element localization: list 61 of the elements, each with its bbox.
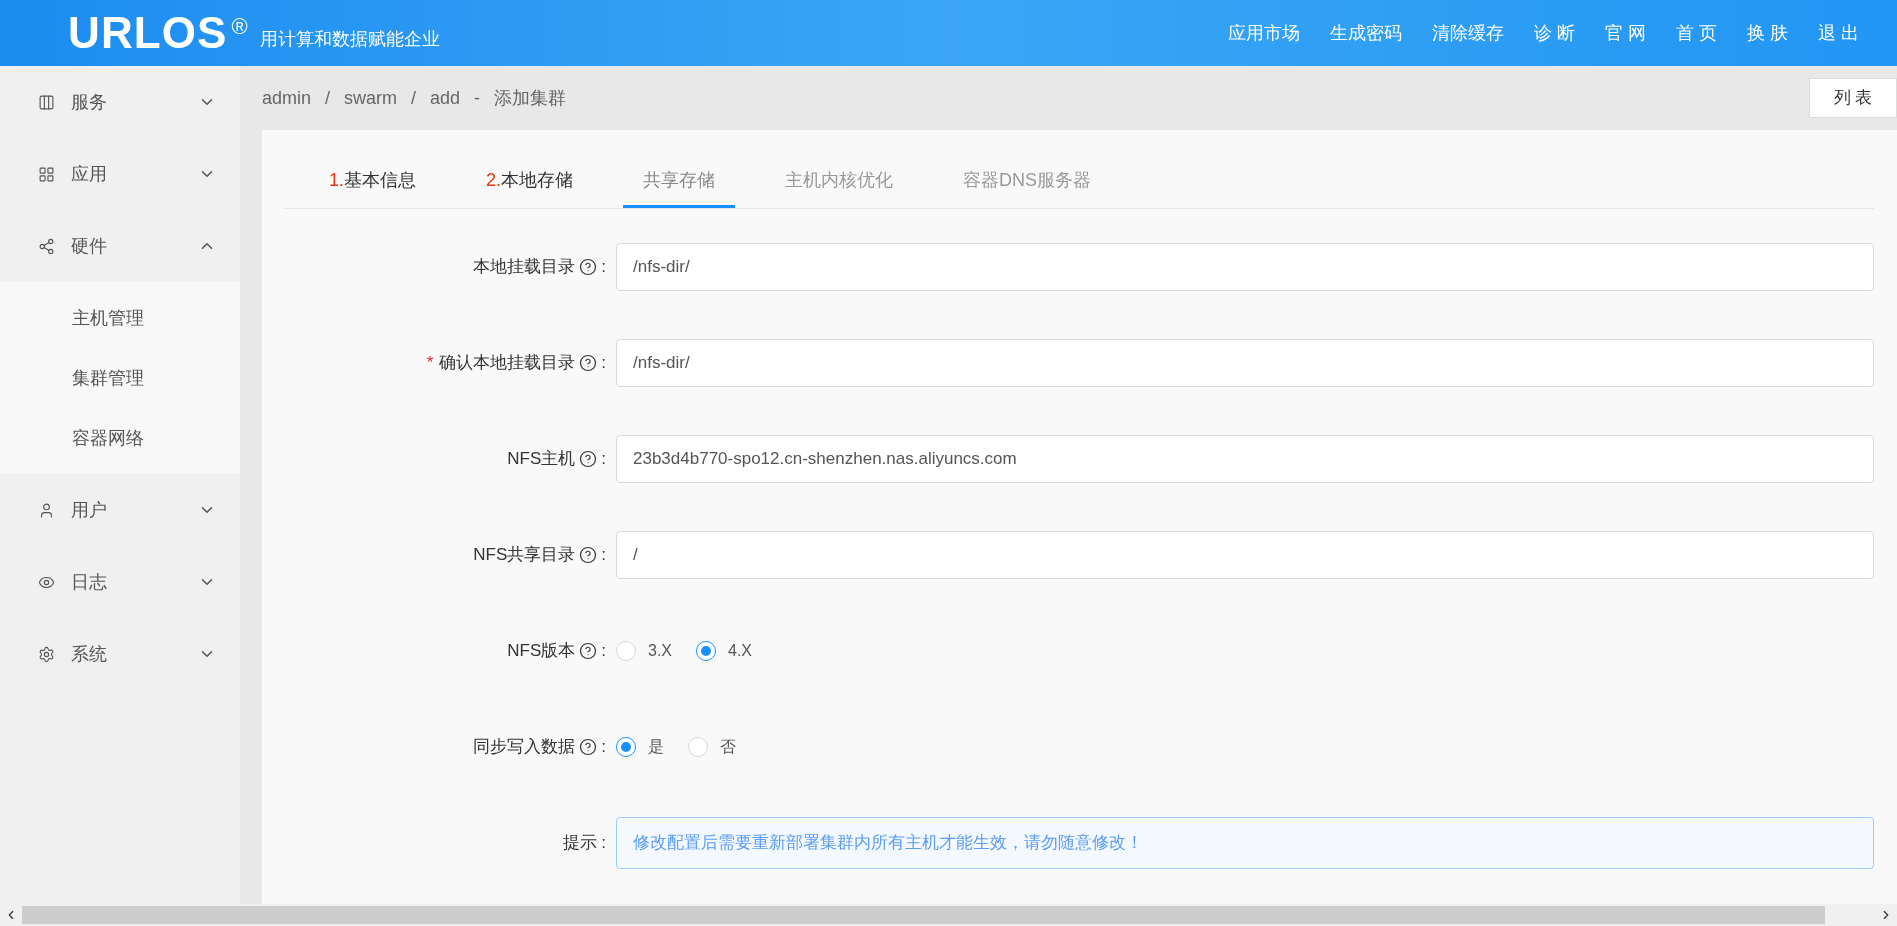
tab[interactable]: 1.基本信息 bbox=[309, 156, 436, 208]
sidebar-item[interactable]: 系统 bbox=[0, 618, 240, 690]
sidebar-item[interactable]: 硬件 bbox=[0, 210, 240, 282]
label-colon: : bbox=[601, 544, 606, 567]
input-field[interactable]: /nfs-dir/ bbox=[616, 339, 1874, 387]
grid-icon bbox=[38, 165, 55, 183]
settings-icon bbox=[38, 645, 55, 663]
list-button[interactable]: 列 表 bbox=[1809, 78, 1897, 118]
slogan: 用计算和数据赋能企业 bbox=[259, 27, 440, 51]
breadcrumb-separator: - bbox=[474, 86, 481, 110]
help-icon[interactable] bbox=[579, 354, 598, 372]
input-field[interactable]: / bbox=[616, 531, 1874, 579]
input-field[interactable]: /nfs-dir/ bbox=[616, 243, 1874, 291]
breadcrumb-link[interactable]: add bbox=[430, 84, 461, 112]
label-colon: : bbox=[601, 736, 606, 759]
scrollbar-thumb[interactable] bbox=[22, 906, 1825, 924]
field-label: 同步写入数据 bbox=[473, 736, 576, 759]
help-icon[interactable] bbox=[579, 546, 598, 564]
field-label: 本地挂载目录 bbox=[473, 256, 576, 279]
label-colon: : bbox=[601, 832, 606, 855]
label-colon: : bbox=[601, 256, 606, 279]
help-icon[interactable] bbox=[579, 258, 598, 276]
radio-option[interactable]: 是 bbox=[616, 735, 664, 759]
field-label: 提示 bbox=[563, 832, 598, 855]
breadcrumb-link[interactable]: admin bbox=[262, 84, 312, 112]
help-icon[interactable] bbox=[579, 450, 598, 468]
radio-button[interactable] bbox=[696, 641, 716, 661]
field-label: NFS版本 bbox=[507, 640, 576, 663]
user-icon bbox=[38, 501, 55, 519]
sidebar-item[interactable]: 用户 bbox=[0, 474, 240, 546]
breadcrumb-link[interactable]: swarm bbox=[344, 84, 398, 112]
logo: URLOS bbox=[68, 11, 228, 55]
label-colon: : bbox=[601, 448, 606, 471]
registered-mark: ® bbox=[231, 13, 248, 41]
sidebar-item[interactable]: 日志 bbox=[0, 546, 240, 618]
breadcrumb-separator: / bbox=[325, 86, 331, 110]
sidebar-subitem[interactable]: 主机管理 bbox=[0, 288, 240, 348]
tab[interactable]: 2.本地存储 bbox=[466, 156, 594, 208]
field-label: 确认本地挂载目录 bbox=[439, 352, 576, 375]
sidebar-subitem[interactable]: 集群管理 bbox=[0, 348, 240, 408]
radio-option[interactable]: 3.X bbox=[616, 639, 672, 663]
page-title: 添加集群 bbox=[494, 86, 567, 110]
help-icon[interactable] bbox=[579, 642, 598, 660]
columns-icon bbox=[38, 93, 55, 111]
sidebar-item[interactable]: 应用 bbox=[0, 138, 240, 210]
radio-option[interactable]: 否 bbox=[688, 735, 736, 759]
breadcrumb-separator: / bbox=[411, 86, 417, 110]
notice-alert: 修改配置后需要重新部署集群内所有主机才能生效，请勿随意修改！ bbox=[616, 817, 1874, 869]
field-label: NFS共享目录 bbox=[473, 544, 576, 567]
horizontal-scrollbar[interactable] bbox=[0, 904, 1897, 926]
required-mark: * bbox=[426, 352, 434, 375]
label-colon: : bbox=[601, 352, 606, 375]
share-icon bbox=[38, 237, 55, 255]
input-field[interactable]: 23b3d4b770-spo12.cn-shenzhen.nas.aliyuncs.com bbox=[616, 435, 1874, 483]
radio-option[interactable]: 4.X bbox=[696, 639, 753, 663]
field-label: NFS主机 bbox=[507, 448, 576, 471]
sidebar-subitem[interactable]: 容器网络 bbox=[0, 408, 240, 468]
help-icon[interactable] bbox=[579, 738, 598, 756]
radio-button[interactable] bbox=[616, 737, 636, 757]
sidebar-item[interactable]: 服务 bbox=[0, 66, 240, 138]
label-colon: : bbox=[601, 640, 606, 663]
